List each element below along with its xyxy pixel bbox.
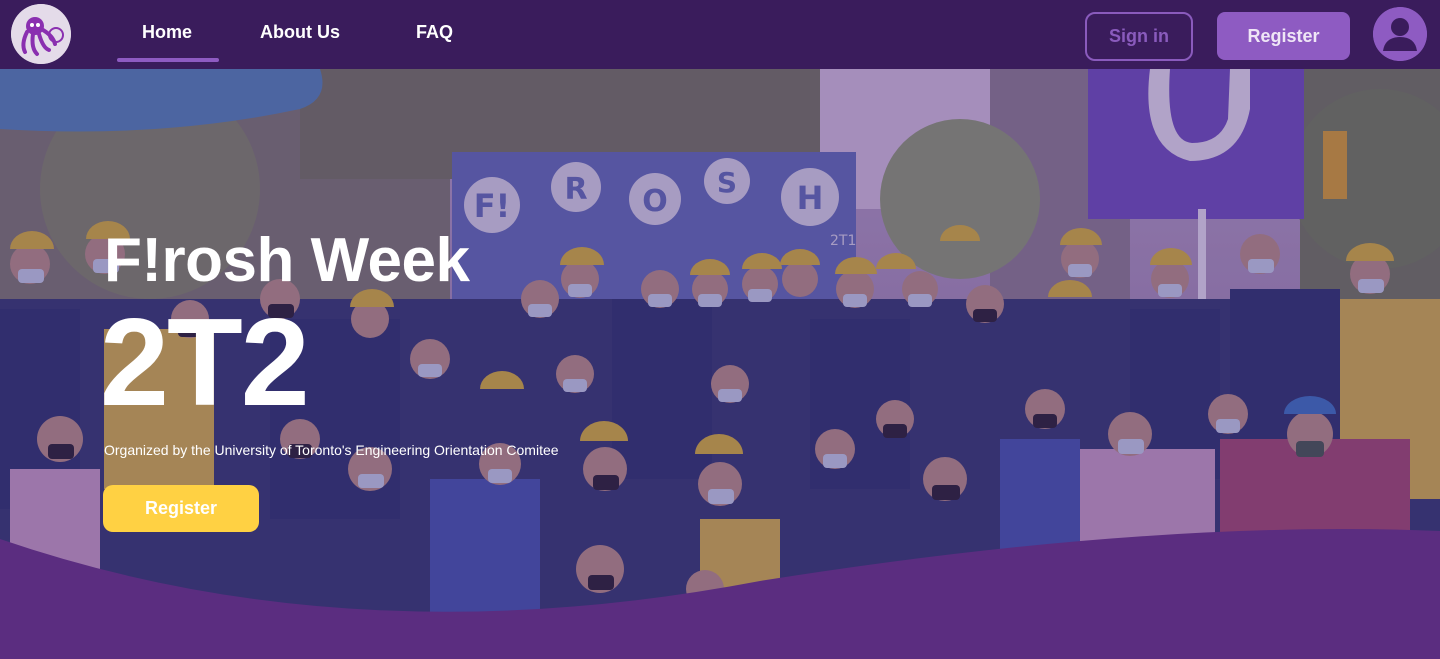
frosh-logo-icon[interactable] (11, 4, 71, 64)
register-nav-button[interactable]: Register (1217, 12, 1350, 60)
nav-home-link[interactable]: Home (142, 22, 192, 43)
active-tab-indicator (117, 58, 219, 62)
hero-section: F! R O S H 2T1 F!rosh Week 2T2 Organized… (0, 69, 1440, 659)
user-avatar-icon[interactable] (1373, 7, 1427, 61)
hero-year: 2T2 (100, 294, 310, 432)
hero-title: F!rosh Week (104, 226, 470, 295)
nav-about-link[interactable]: About Us (260, 22, 340, 43)
nav-faq-link[interactable]: FAQ (416, 22, 453, 43)
hero-subtitle: Organized by the University of Toronto's… (104, 442, 559, 458)
hero-register-button[interactable]: Register (103, 485, 259, 532)
sign-in-button[interactable]: Sign in (1085, 12, 1193, 61)
top-navbar: Home About Us FAQ Sign in Register (0, 0, 1440, 69)
